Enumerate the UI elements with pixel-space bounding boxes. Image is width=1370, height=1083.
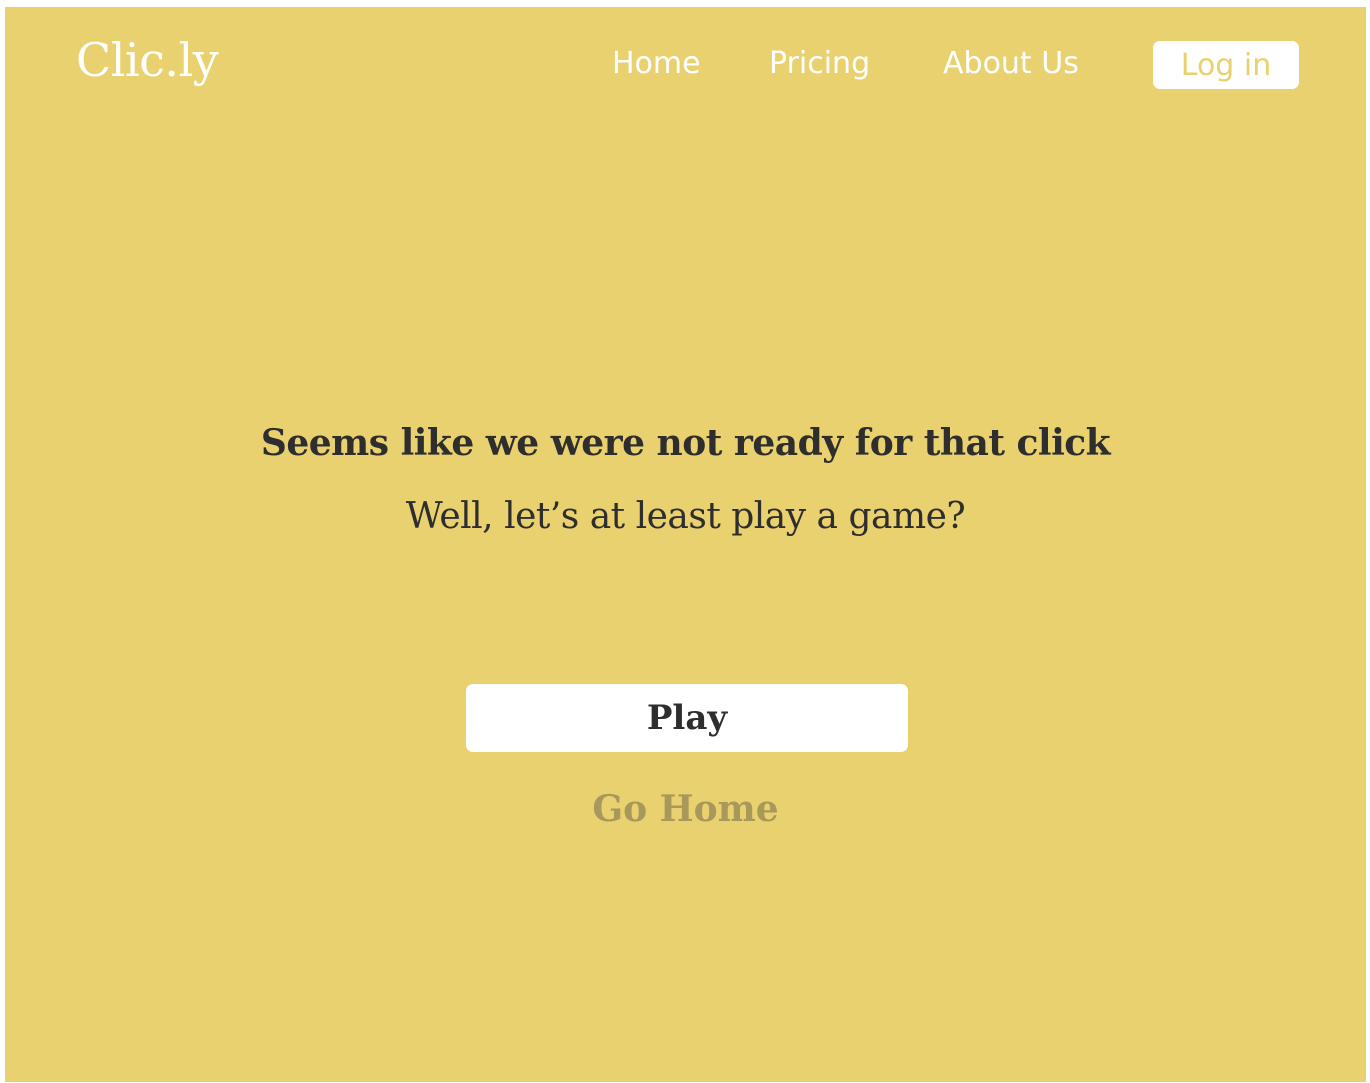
nav-link-about-us[interactable]: About Us xyxy=(943,47,1079,81)
nav-link-home[interactable]: Home xyxy=(612,47,701,81)
error-headline: Seems like we were not ready for that cl… xyxy=(260,422,1111,464)
go-home-link[interactable]: Go Home xyxy=(5,783,1366,835)
page-frame: Clic.ly Home Pricing About Us Log in See… xyxy=(5,7,1366,1082)
brand-logo[interactable]: Clic.ly xyxy=(76,33,219,88)
error-subline: Well, let’s at least play a game? xyxy=(405,496,966,537)
nav-link-pricing[interactable]: Pricing xyxy=(769,47,870,81)
play-button[interactable]: Play xyxy=(466,684,908,752)
login-button[interactable]: Log in xyxy=(1153,41,1299,89)
